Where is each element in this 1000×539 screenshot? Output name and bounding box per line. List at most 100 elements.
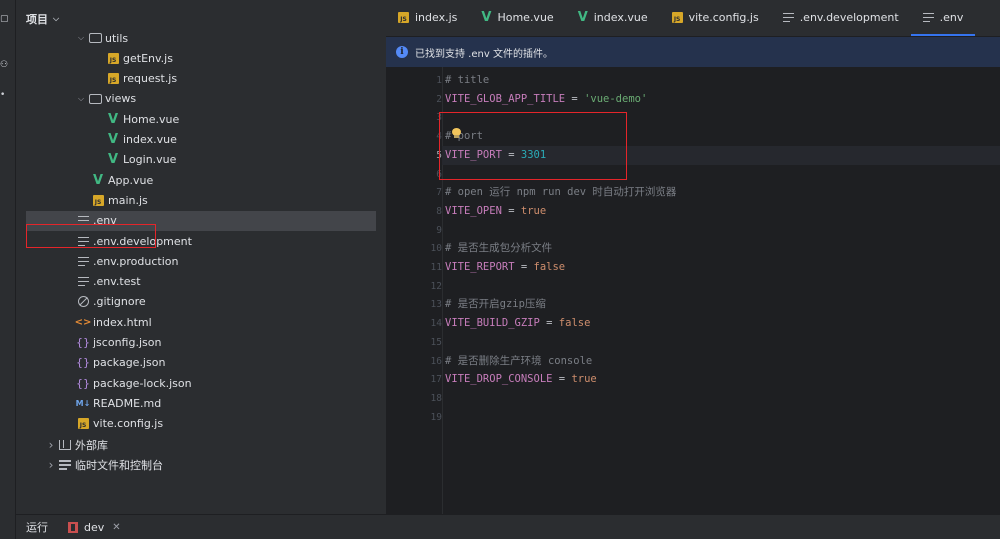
code-line[interactable]: # open 运行 npm run dev 时自动打开浏览器 <box>445 183 676 202</box>
tree-item[interactable]: V Home.vue <box>16 109 378 129</box>
tree-item[interactable]: <> index.html <box>16 312 378 332</box>
tree-item[interactable]: {} package.json <box>16 353 378 373</box>
tree-item-label: package.json <box>93 356 166 370</box>
editor-tabs: JS index.js V Home.vue Vindex.vue JS vite.conf… <box>386 0 1000 37</box>
tree-item[interactable]: {} jsconfig.json <box>16 333 378 353</box>
code-token: # 是否开启gzip压缩 <box>445 298 546 311</box>
editor-tab[interactable]: JS vite.config.js <box>660 0 771 36</box>
console-icon <box>57 458 73 472</box>
tree-folder[interactable]: ⌵ views <box>16 89 378 109</box>
tree-item[interactable]: M↓ README.md <box>16 393 378 413</box>
code-token: VITE_OPEN <box>445 204 502 217</box>
chevron-down-icon[interactable]: ⌵ <box>75 94 87 104</box>
tree-item[interactable]: .env.test <box>16 272 378 292</box>
text-file-icon <box>75 254 91 268</box>
code-line[interactable]: VITE_BUILD_GZIP = false <box>445 314 590 333</box>
code-token: = <box>539 317 559 330</box>
close-icon[interactable]: ✕ <box>112 522 120 533</box>
tree-item[interactable]: JS getEnv.js <box>16 48 378 68</box>
code-line[interactable]: # 是否生成包分析文件 <box>445 239 552 258</box>
tree-item[interactable]: {} package-lock.json <box>16 373 378 393</box>
tree-item[interactable]: JS main.js <box>16 190 378 210</box>
code-line[interactable]: # 是否删除生产环境 console <box>445 352 592 371</box>
line-number: 13 <box>430 299 442 311</box>
tree-item-label: 外部库 <box>75 439 108 452</box>
chevron-right-icon[interactable]: › <box>45 458 57 472</box>
code-line[interactable]: VITE_DROP_CONSOLE = true <box>445 370 597 389</box>
tree-item-label: Login.vue <box>123 153 177 167</box>
vue-file-icon: V <box>92 172 104 188</box>
vue-file-icon: V <box>107 152 119 168</box>
tree-item[interactable]: JS request.js <box>16 69 378 89</box>
tree-folder[interactable]: ⌵ utils <box>16 28 378 48</box>
tree-item-label: vite.config.js <box>93 417 164 431</box>
tree-item[interactable]: Vindex.vue <box>16 130 378 150</box>
editor-tab[interactable]: JS index.js <box>386 0 469 36</box>
code-token: = <box>552 373 572 386</box>
editor-tab[interactable]: .env.development <box>771 0 911 36</box>
project-panel: 项目 ⌵ ⌵ utils JS getEnv.js JS request.js ⌵ views… <box>16 0 398 514</box>
plugin-banner: i 已找到支持 .env 文件的插件。 <box>386 37 1000 67</box>
structure-tool-icon[interactable]: ⚇ <box>0 58 9 72</box>
chevron-down-icon[interactable]: ⌵ <box>53 14 59 24</box>
tree-item[interactable]: V App.vue <box>16 170 378 190</box>
tree-item-label: App.vue <box>108 173 154 187</box>
tree-item-label: .env.production <box>93 254 179 268</box>
tree-item-label: Home.vue <box>123 112 180 126</box>
tree-item-label: README.md <box>93 396 162 410</box>
tree-item[interactable]: .env.production <box>16 251 378 271</box>
code-token: false <box>533 261 566 273</box>
tree-item-label: index.vue <box>123 133 177 146</box>
chevron-right-icon[interactable]: › <box>45 438 57 452</box>
library-icon <box>57 438 73 452</box>
code-line[interactable]: VITE_GLOB_APP_TITLE = 'vue-demo' <box>445 90 647 109</box>
line-number: 2 <box>436 93 442 105</box>
editor-tab-label: Home.vue <box>497 11 554 24</box>
code-token: 'vue-demo' <box>584 92 648 105</box>
tree-item[interactable]: › 临时文件和控制台 <box>16 455 378 475</box>
json-file-icon: {} <box>76 356 90 370</box>
tree-item[interactable]: JS vite.config.js <box>16 414 378 434</box>
tree-item[interactable]: V Login.vue <box>16 150 378 170</box>
code-token: # 是否删除生产环境 console <box>445 354 593 367</box>
editor-tab-label: vite.config.js <box>688 11 759 24</box>
code-token: # 是否生成包分析文件 <box>445 242 553 255</box>
tree-item-label: request.js <box>123 72 178 86</box>
editor-tab[interactable]: V Home.vue <box>469 0 565 36</box>
run-config-tab[interactable]: dev <box>84 521 104 534</box>
code-line[interactable]: VITE_REPORT = false <box>445 258 565 277</box>
tree-item-label: getEnv.js <box>123 51 173 65</box>
annotation-box-port <box>439 112 627 180</box>
editor-area: JS index.js V Home.vue Vindex.vue JS vite.conf… <box>386 0 1000 514</box>
js-file-icon: JS <box>90 193 106 207</box>
editor-tab-label: .env <box>939 11 964 24</box>
json-file-icon: {} <box>76 376 90 390</box>
tree-item[interactable]: .gitignore <box>16 292 378 312</box>
code-token: true <box>571 373 597 386</box>
editor-tab-label: .env.development <box>799 11 899 24</box>
code-token: = <box>501 204 521 217</box>
run-tool-label[interactable]: 运行 <box>26 519 48 535</box>
run-config-icon <box>68 521 78 533</box>
js-file-icon: JS <box>105 72 121 86</box>
project-tool-icon[interactable]: ▢ <box>0 12 9 26</box>
tree-item[interactable]: › 外部库 <box>16 435 378 455</box>
editor-tab[interactable]: Vindex.vue <box>566 0 660 36</box>
chevron-down-icon[interactable]: ⌵ <box>75 33 87 43</box>
tree-item-label: index.html <box>93 315 152 329</box>
js-file-icon: JS <box>671 12 683 23</box>
banner-text: 已找到支持 .env 文件的插件。 <box>415 48 553 60</box>
code-line[interactable]: # title <box>445 71 489 90</box>
line-number: 1 <box>436 75 442 86</box>
html-file-icon: <> <box>74 316 92 328</box>
tree-item-label: utils <box>105 31 129 45</box>
editor-tab[interactable]: .env <box>910 0 976 36</box>
more-tools-icon[interactable]: • <box>0 88 9 102</box>
activity-bar: ▢ ⚇ • <box>0 0 16 539</box>
text-file-icon <box>782 13 794 23</box>
editor-tab-label: index.vue <box>593 11 648 24</box>
code-token: VITE_BUILD_GZIP <box>445 317 540 330</box>
code-line[interactable]: # 是否开启gzip压缩 <box>445 295 546 314</box>
code-token: VITE_DROP_CONSOLE <box>445 373 553 386</box>
code-line[interactable]: VITE_OPEN = true <box>445 202 546 221</box>
